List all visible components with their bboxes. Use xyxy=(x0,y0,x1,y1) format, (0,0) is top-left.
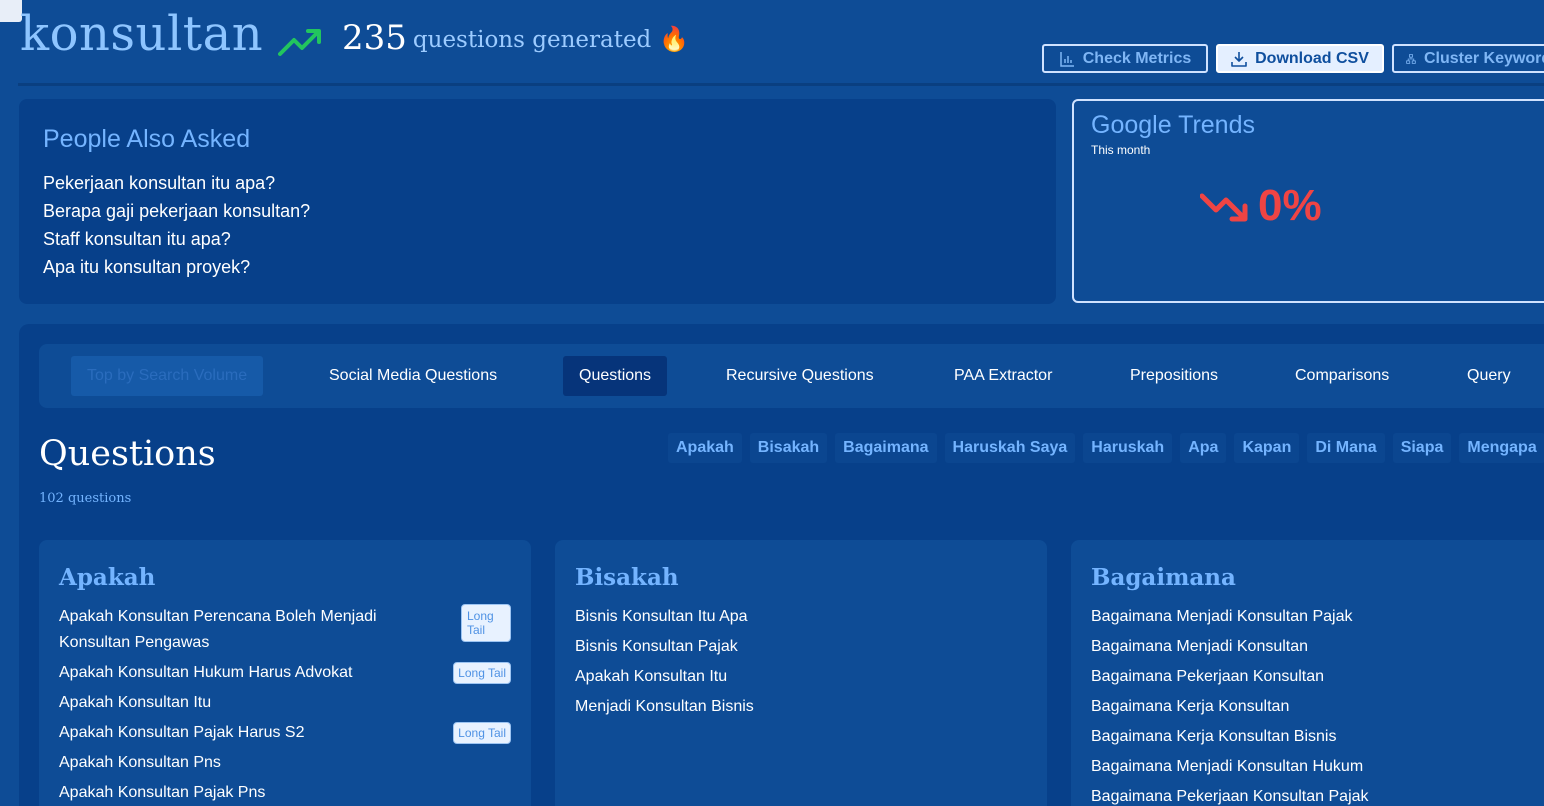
chip-mengapa[interactable]: Mengapa xyxy=(1459,433,1544,463)
trends-value: 0% xyxy=(1200,181,1322,231)
check-metrics-button[interactable]: Check Metrics xyxy=(1042,44,1208,73)
paa-item[interactable]: Pekerjaan konsultan itu apa? xyxy=(43,169,310,197)
question-column-bisakah: Bisakah Bisnis Konsultan Itu Apa Bisnis … xyxy=(555,540,1047,806)
cluster-keywords-label: Cluster Keywords xyxy=(1423,49,1544,67)
tab-questions[interactable]: Questions xyxy=(563,356,668,396)
long-tail-badge: Long Tail xyxy=(453,662,511,684)
question-text: Bisnis Konsultan Itu Apa xyxy=(575,608,748,625)
generated-stat: 235 questions generated 🔥 xyxy=(278,18,689,58)
question-text: Apakah Konsultan Itu xyxy=(59,694,212,711)
download-icon xyxy=(1231,51,1247,67)
long-tail-badge: Long Tail xyxy=(453,722,511,744)
question-item[interactable]: Apakah Konsultan Itu xyxy=(59,690,511,716)
download-csv-button[interactable]: Download CSV xyxy=(1216,44,1384,73)
section-count: 102 questions xyxy=(39,491,132,506)
chip-apakah[interactable]: Apakah xyxy=(668,433,742,463)
question-text: Bagaimana Kerja Konsultan xyxy=(1091,698,1290,715)
question-item[interactable]: Bisnis Konsultan Pajak xyxy=(575,634,1027,660)
google-trends-card: Google Trends This month 0% xyxy=(1072,99,1544,303)
section-title: Questions xyxy=(39,434,216,474)
keyword-title: konsultan xyxy=(20,6,264,62)
question-text: Bagaimana Menjadi Konsultan Pajak xyxy=(1091,608,1353,625)
trending-up-icon xyxy=(278,29,321,56)
question-item[interactable]: Apakah Konsultan Perencana Boleh Menjadi… xyxy=(59,604,511,656)
chip-apa[interactable]: Apa xyxy=(1180,433,1227,463)
question-text: Bisnis Konsultan Pajak xyxy=(575,638,738,655)
question-text: Bagaimana Pekerjaan Konsultan Pajak xyxy=(1091,788,1369,805)
question-item[interactable]: Menjadi Konsultan Bisnis xyxy=(575,694,1027,720)
cluster-icon xyxy=(1406,53,1416,64)
column-title: Bagaimana xyxy=(1091,564,1236,591)
question-text: Bagaimana Kerja Konsultan Bisnis xyxy=(1091,728,1337,745)
question-column-apakah: Apakah Apakah Konsultan Perencana Boleh … xyxy=(39,540,531,806)
cluster-keywords-button[interactable]: Cluster Keywords xyxy=(1392,44,1544,73)
question-item[interactable]: Bagaimana Pekerjaan Konsultan xyxy=(1091,664,1543,690)
trending-down-icon xyxy=(1200,193,1248,222)
paa-item[interactable]: Berapa gaji pekerjaan konsultan? xyxy=(43,197,310,225)
question-item[interactable]: Bagaimana Menjadi Konsultan xyxy=(1091,634,1543,660)
question-item[interactable]: Apakah Konsultan Pns xyxy=(59,750,511,776)
trends-period: This month xyxy=(1091,143,1151,157)
question-text: Bagaimana Menjadi Konsultan xyxy=(1091,638,1309,655)
chip-bagaimana[interactable]: Bagaimana xyxy=(835,433,937,463)
column-title: Apakah xyxy=(59,564,156,591)
chip-di-mana[interactable]: Di Mana xyxy=(1307,433,1385,463)
fire-icon: 🔥 xyxy=(659,26,690,53)
paa-item[interactable]: Apa itu konsultan proyek? xyxy=(43,253,310,281)
header-divider xyxy=(18,83,1544,86)
question-item[interactable]: Apakah Konsultan Hukum Harus Advokat Lon… xyxy=(59,660,511,686)
tab-bar: Top by Search Volume Social Media Questi… xyxy=(39,344,1544,408)
trends-percent: 0% xyxy=(1258,181,1322,230)
chip-haruskah[interactable]: Haruskah xyxy=(1083,433,1173,463)
question-list: Bagaimana Menjadi Konsultan Pajak Bagaim… xyxy=(1091,604,1543,806)
chip-siapa[interactable]: Siapa xyxy=(1392,433,1452,463)
question-column-bagaimana: Bagaimana Bagaimana Menjadi Konsultan Pa… xyxy=(1071,540,1544,806)
column-title: Bisakah xyxy=(575,564,679,591)
tab-query[interactable]: Query xyxy=(1451,356,1527,396)
long-tail-badge: Long Tail xyxy=(461,604,511,642)
question-filter-chips: Apakah Bisakah Bagaimana Haruskah Saya H… xyxy=(668,433,1544,463)
tab-prepositions[interactable]: Prepositions xyxy=(1114,356,1234,396)
tab-top-by-search-volume[interactable]: Top by Search Volume xyxy=(71,356,264,396)
question-text: Bagaimana Menjadi Konsultan Hukum xyxy=(1091,758,1364,775)
chip-bisakah[interactable]: Bisakah xyxy=(749,433,828,463)
question-list: Bisnis Konsultan Itu Apa Bisnis Konsulta… xyxy=(575,604,1027,724)
page-header: konsultan 235 questions generated 🔥 Chec… xyxy=(0,0,1544,86)
check-metrics-label: Check Metrics xyxy=(1082,49,1192,67)
question-item[interactable]: Bagaimana Menjadi Konsultan Pajak xyxy=(1091,604,1543,630)
questions-panel: Top by Search Volume Social Media Questi… xyxy=(19,324,1544,806)
people-also-asked-card: People Also Asked Pekerjaan konsultan it… xyxy=(19,99,1056,304)
question-text: Menjadi Konsultan Bisnis xyxy=(575,698,754,715)
chip-kapan[interactable]: Kapan xyxy=(1234,433,1300,463)
question-item[interactable]: Apakah Konsultan Pajak Harus S2 Long Tai… xyxy=(59,720,511,746)
question-text: Apakah Konsultan Itu xyxy=(575,668,728,685)
tab-comparisons[interactable]: Comparisons xyxy=(1279,356,1405,396)
paa-list: Pekerjaan konsultan itu apa? Berapa gaji… xyxy=(43,169,310,281)
question-list: Apakah Konsultan Perencana Boleh Menjadi… xyxy=(59,604,511,806)
question-item[interactable]: Bagaimana Kerja Konsultan xyxy=(1091,694,1543,720)
tab-recursive-questions[interactable]: Recursive Questions xyxy=(710,356,890,396)
question-item[interactable]: Bagaimana Menjadi Konsultan Hukum xyxy=(1091,754,1543,780)
question-item[interactable]: Bagaimana Kerja Konsultan Bisnis xyxy=(1091,724,1543,750)
question-count: 235 xyxy=(342,18,407,58)
download-csv-label: Download CSV xyxy=(1255,49,1369,67)
question-item[interactable]: Bagaimana Pekerjaan Konsultan Pajak xyxy=(1091,784,1543,806)
question-text: Apakah Konsultan Perencana Boleh Menjadi… xyxy=(59,608,377,651)
question-text: Apakah Konsultan Hukum Harus Advokat xyxy=(59,664,353,681)
tab-paa-extractor[interactable]: PAA Extractor xyxy=(938,356,1068,396)
paa-title: People Also Asked xyxy=(43,125,251,153)
question-text: Apakah Konsultan Pajak Pns xyxy=(59,784,266,801)
question-item[interactable]: Apakah Konsultan Pajak Pns xyxy=(59,780,511,806)
question-text: Apakah Konsultan Pajak Harus S2 xyxy=(59,724,305,741)
chip-haruskah-saya[interactable]: Haruskah Saya xyxy=(944,433,1076,463)
question-item[interactable]: Apakah Konsultan Itu xyxy=(575,664,1027,690)
question-item[interactable]: Bisnis Konsultan Itu Apa xyxy=(575,604,1027,630)
trends-title: Google Trends xyxy=(1091,111,1255,139)
question-text: Apakah Konsultan Pns xyxy=(59,754,221,771)
paa-item[interactable]: Staff konsultan itu apa? xyxy=(43,225,310,253)
question-count-label: questions generated xyxy=(412,27,652,53)
bar-chart-icon xyxy=(1060,51,1074,67)
question-text: Bagaimana Pekerjaan Konsultan xyxy=(1091,668,1325,685)
tab-social-media-questions[interactable]: Social Media Questions xyxy=(313,356,513,396)
